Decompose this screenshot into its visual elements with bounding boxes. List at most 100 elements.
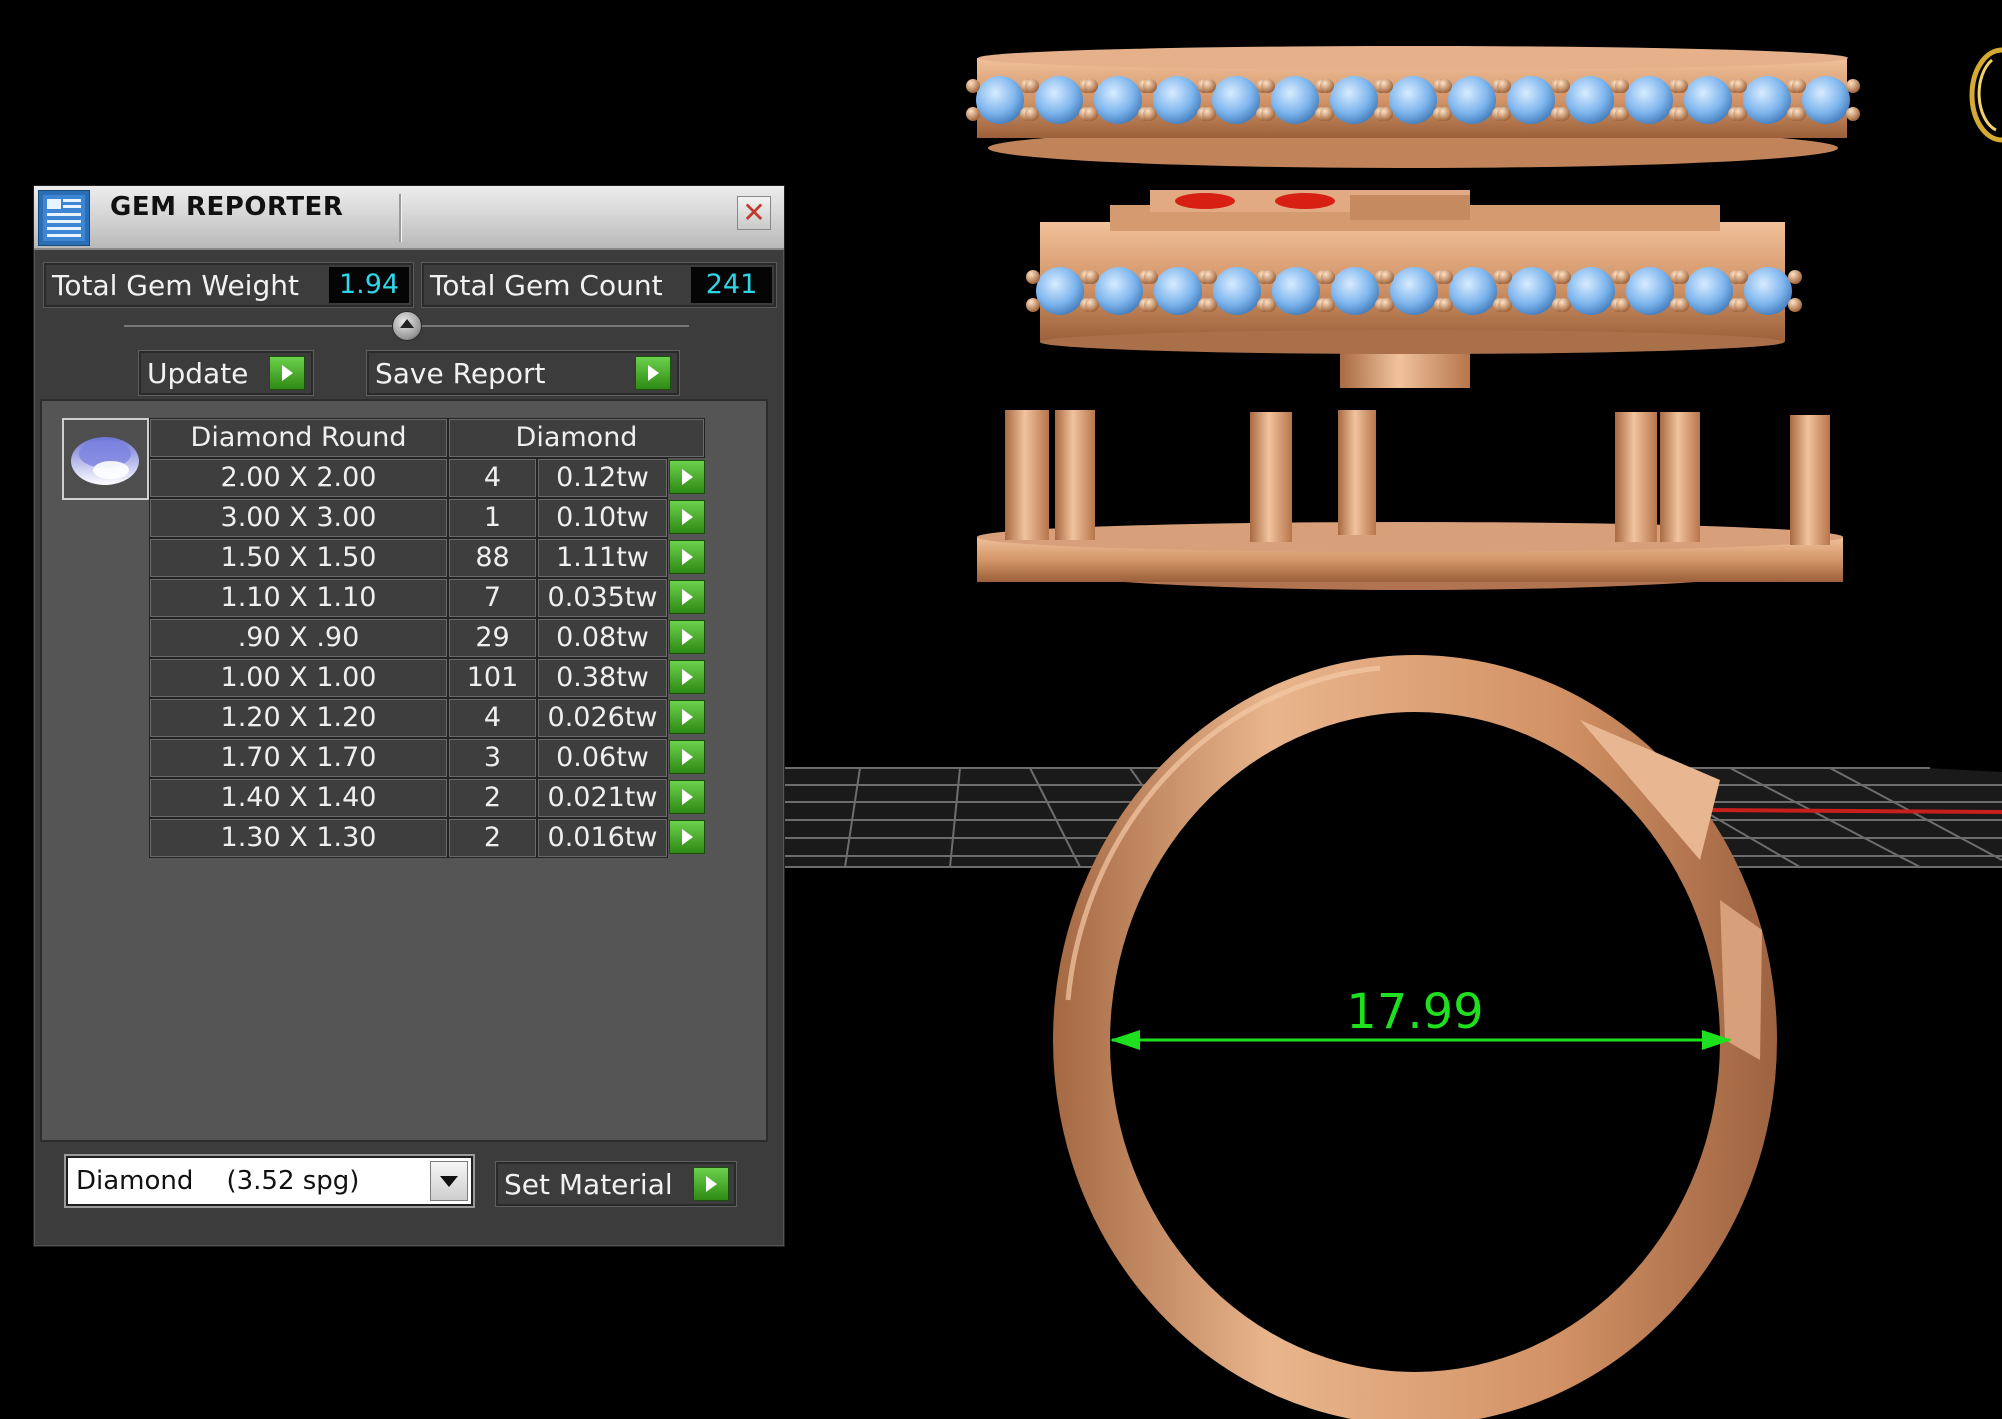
prong-bead <box>1026 298 1040 312</box>
prong-bead <box>1675 298 1689 312</box>
prong-bead <box>1262 270 1276 284</box>
gem-count-cell: 29 <box>448 618 537 658</box>
gem-size-cell: 2.00 X 2.00 <box>149 458 448 498</box>
select-gems-go-icon[interactable] <box>669 700 705 734</box>
prong-bead <box>1203 298 1217 312</box>
gem-stone <box>1508 267 1556 315</box>
prong-bead <box>1203 270 1217 284</box>
gem-stone <box>1448 76 1496 124</box>
select-gems-go-icon[interactable] <box>669 620 705 654</box>
gem-stone <box>1271 76 1319 124</box>
total-gem-weight-value: 1.94 <box>329 267 409 303</box>
total-gem-count-label: Total Gem Count <box>430 269 663 302</box>
prong-bead <box>1792 107 1806 121</box>
gem-weight-cell: 0.026tw <box>537 698 668 738</box>
gem-size-cell: 1.10 X 1.10 <box>149 578 448 618</box>
table-row: 3.00 X 3.00 1 0.10tw <box>149 498 705 538</box>
gem-count-cell: 4 <box>448 698 537 738</box>
prong-bead <box>1202 79 1216 93</box>
splitter-collapse-handle[interactable] <box>392 311 422 341</box>
save-report-button[interactable]: Save Report <box>367 351 679 395</box>
table-row: .90 X .90 29 0.08tw <box>149 618 705 658</box>
prong-bead <box>1498 270 1512 284</box>
update-go-icon[interactable] <box>269 356 305 390</box>
prong-bead <box>1497 79 1511 93</box>
gem-stone <box>1095 267 1143 315</box>
prong-bead <box>966 79 980 93</box>
select-gems-go-icon[interactable] <box>669 460 705 494</box>
prong-bead <box>1674 79 1688 93</box>
prong-bead <box>1026 270 1040 284</box>
prong-bead <box>1846 79 1860 93</box>
gem-stone <box>1507 76 1555 124</box>
gem-stone <box>1330 76 1378 124</box>
gem-weight-cell: 0.035tw <box>537 578 668 618</box>
prong-bead <box>1733 107 1747 121</box>
gem-weight-cell: 1.11tw <box>537 538 668 578</box>
chevron-down-icon[interactable] <box>430 1161 468 1201</box>
gem-stone <box>1685 267 1733 315</box>
gem-weight-cell: 0.016tw <box>537 818 668 858</box>
prong-bead <box>1261 107 1275 121</box>
table-row: 1.30 X 1.30 2 0.016tw <box>149 818 705 858</box>
title-divider <box>399 194 402 242</box>
prong-bead <box>1616 270 1630 284</box>
table-row: 1.70 X 1.70 3 0.06tw <box>149 738 705 778</box>
prong-bead <box>1674 107 1688 121</box>
gem-stone <box>1744 267 1792 315</box>
gem-stone <box>976 76 1024 124</box>
gem-stone <box>1567 267 1615 315</box>
prong-bead <box>1379 79 1393 93</box>
gem-size-cell: 1.70 X 1.70 <box>149 738 448 778</box>
total-gem-count-value: 241 <box>691 267 772 303</box>
round-gem-thumbnail-icon[interactable] <box>62 418 149 500</box>
header-material: Diamond <box>448 418 705 458</box>
gem-count-cell: 1 <box>448 498 537 538</box>
prong-bead <box>1262 298 1276 312</box>
update-button-label: Update <box>147 357 249 390</box>
gem-size-cell: 1.20 X 1.20 <box>149 698 448 738</box>
prong-bead <box>1616 298 1630 312</box>
prong-bead <box>1438 79 1452 93</box>
prong-bead <box>1733 79 1747 93</box>
gem-weight-cell: 0.10tw <box>537 498 668 538</box>
title-bar[interactable]: GEM REPORTER ✕ <box>34 186 784 250</box>
prong-bead <box>1380 270 1394 284</box>
close-button[interactable]: ✕ <box>737 196 771 230</box>
prong-bead <box>1675 270 1689 284</box>
gem-stone <box>1212 76 1260 124</box>
prong-bead <box>1556 79 1570 93</box>
prong-bead <box>1497 107 1511 121</box>
select-gems-go-icon[interactable] <box>669 780 705 814</box>
select-gems-go-icon[interactable] <box>669 540 705 574</box>
middle-band <box>1026 190 1802 388</box>
save-report-go-icon[interactable] <box>635 356 671 390</box>
gem-count-cell: 88 <box>448 538 537 578</box>
update-button[interactable]: Update <box>139 351 313 395</box>
prong-bead <box>1025 79 1039 93</box>
select-gems-go-icon[interactable] <box>669 660 705 694</box>
material-dropdown[interactable]: Diamond (3.52 spg) <box>66 1156 473 1206</box>
total-gem-weight-label: Total Gem Weight <box>52 269 299 302</box>
set-material-button[interactable]: Set Material <box>496 1162 736 1206</box>
select-gems-go-icon[interactable] <box>669 820 705 854</box>
header-shape: Diamond Round <box>149 418 448 458</box>
gem-stone <box>1684 76 1732 124</box>
select-gems-go-icon[interactable] <box>669 580 705 614</box>
prong-bead <box>1792 79 1806 93</box>
gem-reporter-window: GEM REPORTER ✕ Total Gem Weight 1.94 Tot… <box>33 185 785 1247</box>
gem-stone <box>1036 267 1084 315</box>
gem-stone <box>1802 76 1850 124</box>
gem-stone <box>1743 76 1791 124</box>
prong-bead <box>1143 79 1157 93</box>
prong-bead <box>1438 107 1452 121</box>
prong-bead <box>1734 270 1748 284</box>
prong-bead <box>1615 79 1629 93</box>
set-material-go-icon[interactable] <box>693 1167 729 1201</box>
select-gems-go-icon[interactable] <box>669 500 705 534</box>
gem-count-cell: 7 <box>448 578 537 618</box>
select-gems-go-icon[interactable] <box>669 740 705 774</box>
gem-stone <box>1625 76 1673 124</box>
gem-table-header: Diamond Round Diamond <box>149 418 705 458</box>
prong-bead <box>1321 298 1335 312</box>
